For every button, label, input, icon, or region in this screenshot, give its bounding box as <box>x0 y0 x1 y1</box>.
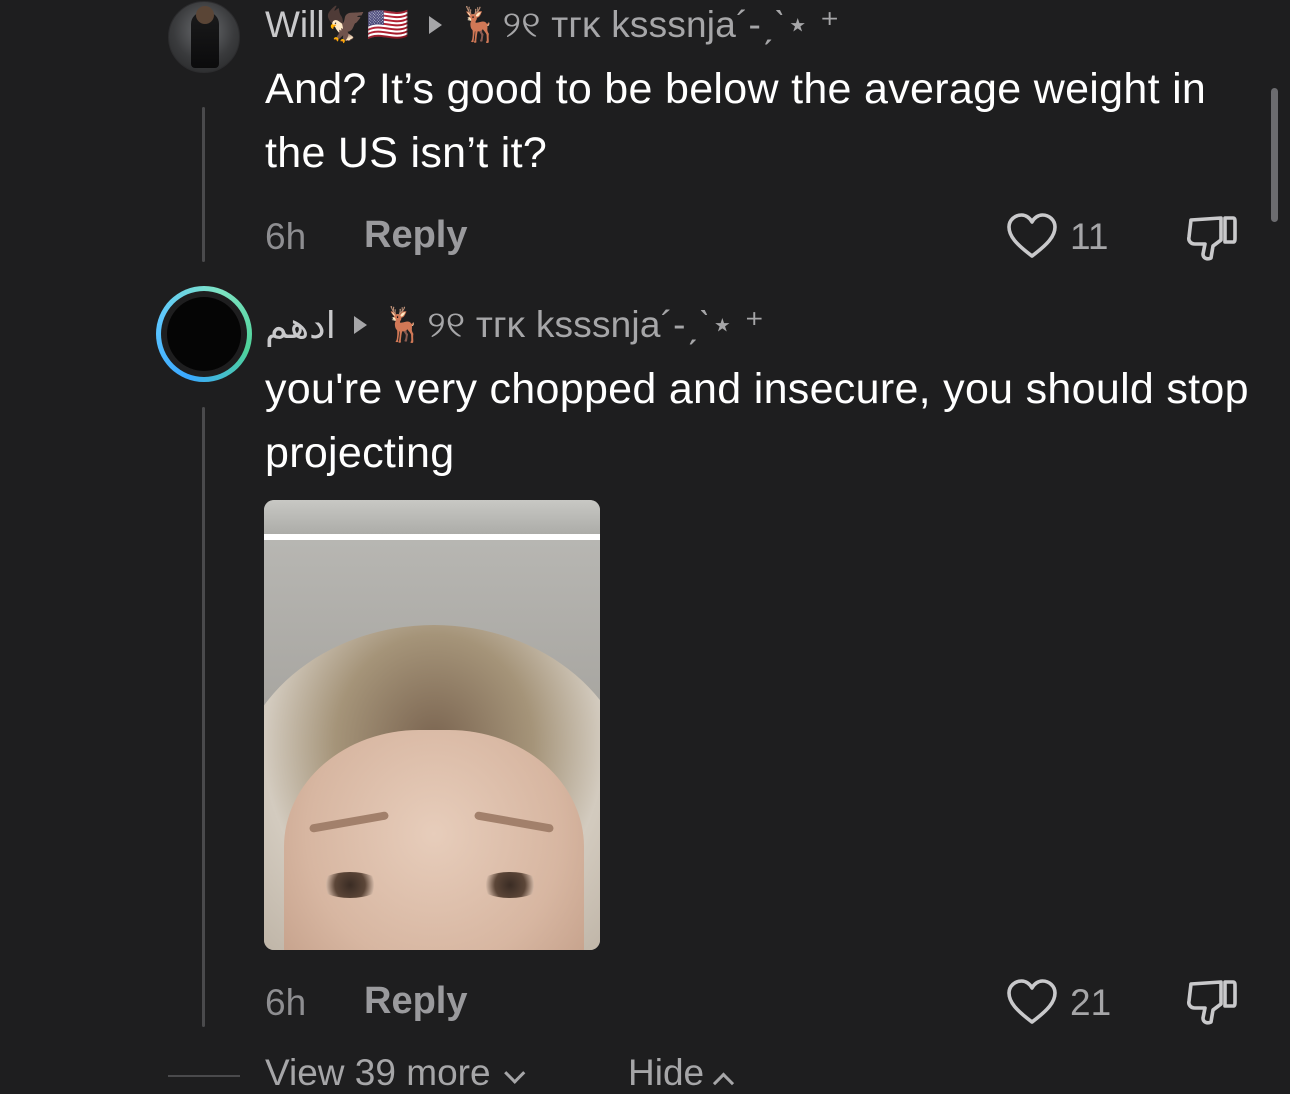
thumbs-down-icon[interactable] <box>1185 976 1239 1028</box>
like-count: 21 <box>1070 982 1112 1023</box>
comment-author[interactable]: Will <box>265 4 325 46</box>
comment-author[interactable]: ادهم <box>265 304 336 347</box>
hide-replies-button[interactable]: Hide <box>628 1052 735 1094</box>
heart-outline-icon[interactable] <box>1006 978 1058 1026</box>
avatar-adham[interactable] <box>156 286 252 382</box>
comment-text: And? It’s good to be below the average w… <box>265 65 1207 177</box>
chevron-down-icon <box>503 1062 525 1084</box>
comment-time: 6h <box>265 982 307 1023</box>
comment-image[interactable] <box>264 500 600 950</box>
thumbs-down-icon[interactable] <box>1185 212 1239 264</box>
reply-to-name[interactable]: ୨୧ ᴛᴦᴋ ksssnja´-ˏˋ⋆ ⁺ <box>503 3 840 47</box>
comment-text: you're very chopped and insecure, you sh… <box>265 365 1249 477</box>
hide-label: Hide <box>628 1052 705 1093</box>
comment-header: Will 🦅🇺🇸 🦌 ୨୧ ᴛᴦᴋ ksssnja´-ˏˋ⋆ ⁺ <box>265 2 840 48</box>
author-badges: 🦅🇺🇸 <box>324 6 410 44</box>
avatar-will[interactable] <box>168 1 240 73</box>
reply-to-emoji: 🦌 <box>382 306 426 344</box>
scrollbar[interactable] <box>1271 88 1278 222</box>
chevron-up-icon <box>713 1072 735 1094</box>
reply-to-emoji: 🦌 <box>458 6 501 44</box>
triangle-right-icon <box>429 16 443 34</box>
view-more-label: View 39 more <box>265 1052 491 1093</box>
reply-button[interactable]: Reply <box>364 980 467 1023</box>
comment-time: 6h <box>265 216 307 257</box>
thread-line-2 <box>202 407 205 1027</box>
footer-divider <box>168 1075 240 1077</box>
like-count: 11 <box>1070 216 1109 257</box>
reply-button[interactable]: Reply <box>364 214 467 257</box>
comment-header: ادهم 🦌 ୨୧ ᴛᴦᴋ ksssnja´-ˏˋ⋆ ⁺ <box>265 302 764 348</box>
reply-to-name[interactable]: ୨୧ ᴛᴦᴋ ksssnja´-ˏˋ⋆ ⁺ <box>427 303 764 347</box>
thread-line-1 <box>202 107 205 262</box>
triangle-right-icon <box>353 316 367 334</box>
heart-outline-icon[interactable] <box>1006 212 1058 260</box>
view-more-replies-button[interactable]: View 39 more <box>265 1052 525 1094</box>
